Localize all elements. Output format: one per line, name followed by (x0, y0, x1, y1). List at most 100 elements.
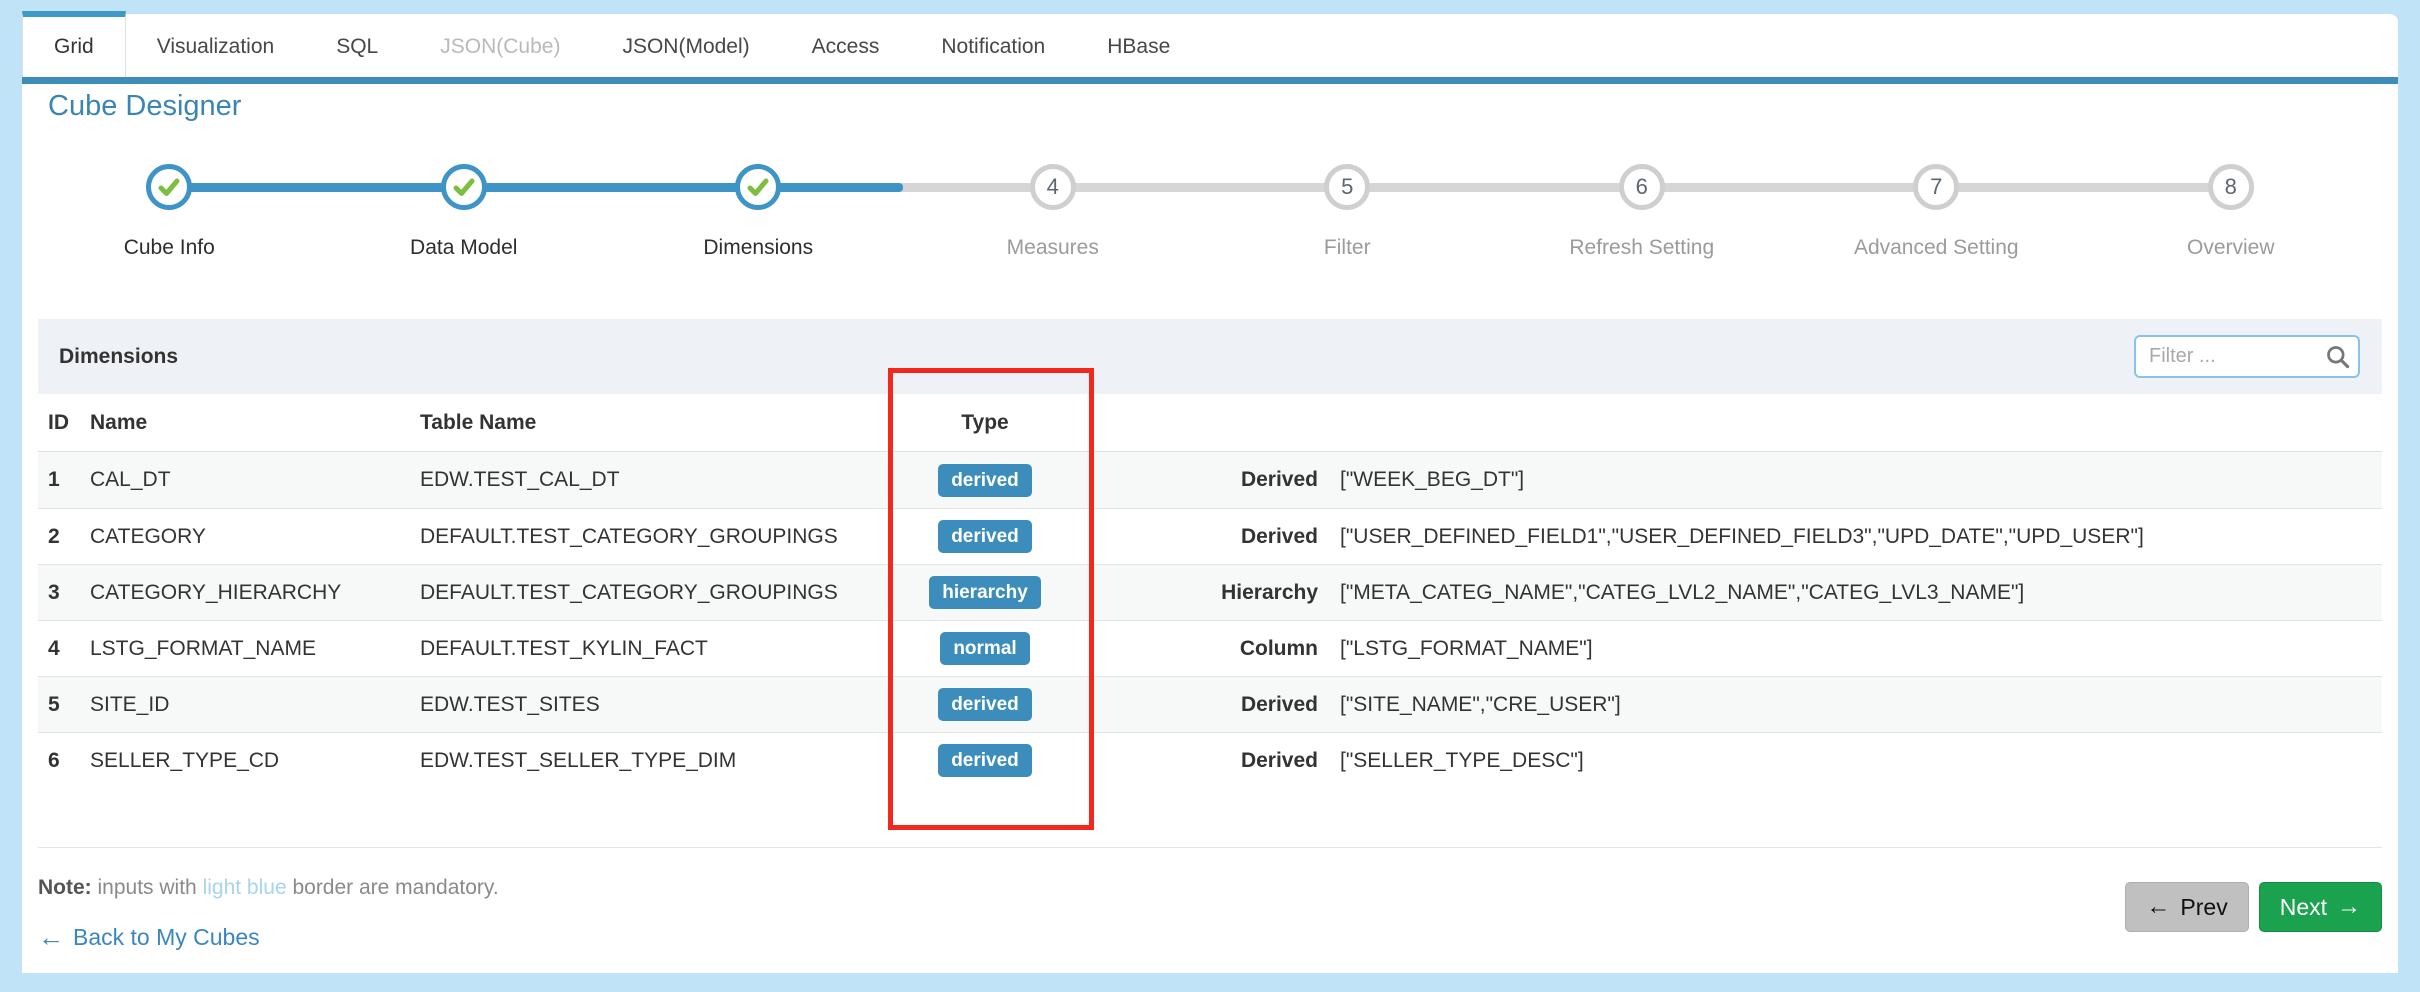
check-icon (157, 175, 181, 199)
tab-json-model[interactable]: JSON(Model) (591, 17, 780, 77)
row-name: SITE_ID (90, 693, 420, 717)
row-table: DEFAULT.TEST_CATEGORY_GROUPINGS (420, 581, 880, 605)
table-row: 1 CAL_DT EDW.TEST_CAL_DT derived Derived… (38, 452, 2382, 508)
row-kind: Derived (1090, 468, 1318, 492)
step-cube-info[interactable]: Cube Info (22, 150, 317, 280)
filter-input-wrap (2134, 335, 2360, 378)
wizard-nav-buttons: ← Prev Next → (2125, 882, 2382, 932)
step-label: Refresh Setting (1569, 236, 1714, 260)
type-badge: derived (938, 744, 1032, 777)
tab-json-cube[interactable]: JSON(Cube) (409, 17, 591, 77)
step-number: 6 (1636, 174, 1648, 200)
arrow-left-icon: ← (2146, 893, 2170, 921)
row-kind: Hierarchy (1090, 581, 1318, 605)
tab-label: JSON(Cube) (440, 35, 560, 59)
tab-grid[interactable]: Grid (22, 11, 126, 77)
row-columns: ["SITE_NAME","CRE_USER"] (1318, 693, 2382, 717)
arrow-right-icon: → (2337, 893, 2361, 921)
tab-bar: Grid Visualization SQL JSON(Cube) JSON(M… (22, 17, 2398, 77)
dimensions-panel: Dimensions ID Name Table Name Type 1 CAL… (38, 319, 2382, 788)
step-circle: 4 (1030, 164, 1076, 210)
type-badge: derived (938, 520, 1032, 553)
row-kind: Derived (1090, 749, 1318, 773)
col-header-name: Name (90, 411, 420, 435)
tab-label: Access (812, 35, 880, 59)
type-badge: derived (938, 688, 1032, 721)
next-button-label: Next (2280, 894, 2327, 921)
row-kind: Derived (1090, 525, 1318, 549)
step-circle (441, 164, 487, 210)
step-circle: 8 (2208, 164, 2254, 210)
footer-divider (38, 847, 2382, 848)
tab-label: JSON(Model) (622, 35, 749, 59)
step-refresh-setting[interactable]: 6 Refresh Setting (1495, 150, 1790, 280)
step-label: Cube Info (124, 236, 215, 260)
wizard-stepper: Cube Info Data Model Dimensions 4 Measur… (22, 150, 2378, 280)
panel-header: Dimensions (38, 319, 2382, 394)
table-row: 4 LSTG_FORMAT_NAME DEFAULT.TEST_KYLIN_FA… (38, 620, 2382, 676)
tab-sql[interactable]: SQL (305, 17, 409, 77)
tab-access[interactable]: Access (781, 17, 911, 77)
step-label: Filter (1324, 236, 1371, 260)
type-badge: normal (940, 632, 1029, 665)
note-label: Note: (38, 876, 92, 899)
row-id: 5 (38, 693, 90, 717)
step-dimensions[interactable]: Dimensions (611, 150, 906, 280)
mandatory-note: Note: inputs with light blue border are … (38, 876, 499, 900)
tab-label: Visualization (157, 35, 275, 59)
next-button[interactable]: Next → (2259, 882, 2382, 932)
type-badge: hierarchy (929, 576, 1041, 609)
note-highlight: light blue (203, 876, 287, 899)
step-advanced-setting[interactable]: 7 Advanced Setting (1789, 150, 2084, 280)
row-table: EDW.TEST_SELLER_TYPE_DIM (420, 749, 880, 773)
row-id: 2 (38, 525, 90, 549)
row-columns: ["SELLER_TYPE_DESC"] (1318, 749, 2382, 773)
tab-notification[interactable]: Notification (910, 17, 1076, 77)
table-row: 2 CATEGORY DEFAULT.TEST_CATEGORY_GROUPIN… (38, 508, 2382, 564)
table-header-row: ID Name Table Name Type (38, 394, 2382, 452)
page-title: Cube Designer (48, 90, 241, 123)
step-filter[interactable]: 5 Filter (1200, 150, 1495, 280)
step-label: Measures (1007, 236, 1099, 260)
row-name: CATEGORY_HIERARCHY (90, 581, 420, 605)
step-circle (146, 164, 192, 210)
row-columns: ["META_CATEG_NAME","CATEG_LVL2_NAME","CA… (1318, 581, 2382, 605)
table-row: 5 SITE_ID EDW.TEST_SITES derived Derived… (38, 676, 2382, 732)
step-label: Overview (2187, 236, 2275, 260)
step-number: 4 (1047, 174, 1059, 200)
tab-label: Grid (54, 35, 94, 59)
col-header-type: Type (880, 411, 1090, 435)
step-data-model[interactable]: Data Model (317, 150, 612, 280)
step-circle: 5 (1324, 164, 1370, 210)
check-icon (746, 175, 770, 199)
tab-hbase[interactable]: HBase (1076, 17, 1201, 77)
row-id: 6 (38, 749, 90, 773)
step-measures[interactable]: 4 Measures (906, 150, 1201, 280)
prev-button-label: Prev (2180, 894, 2227, 921)
table-row: 3 CATEGORY_HIERARCHY DEFAULT.TEST_CATEGO… (38, 564, 2382, 620)
tab-visualization[interactable]: Visualization (126, 17, 306, 77)
step-number: 7 (1930, 174, 1942, 200)
prev-button[interactable]: ← Prev (2125, 882, 2248, 932)
arrow-left-icon: ← (38, 922, 64, 953)
row-kind: Derived (1090, 693, 1318, 717)
row-id: 4 (38, 637, 90, 661)
step-overview[interactable]: 8 Overview (2084, 150, 2379, 280)
back-to-my-cubes-link[interactable]: ← Back to My Cubes (38, 922, 260, 953)
row-columns: ["USER_DEFINED_FIELD1","USER_DEFINED_FIE… (1318, 525, 2382, 549)
row-columns: ["WEEK_BEG_DT"] (1318, 468, 2382, 492)
step-circle: 6 (1619, 164, 1665, 210)
back-link-label: Back to My Cubes (73, 924, 260, 951)
row-id: 1 (38, 468, 90, 492)
check-icon (452, 175, 476, 199)
step-circle (735, 164, 781, 210)
tab-label: HBase (1107, 35, 1170, 59)
step-number: 8 (2225, 174, 2237, 200)
row-columns: ["LSTG_FORMAT_NAME"] (1318, 637, 2382, 661)
row-name: LSTG_FORMAT_NAME (90, 637, 420, 661)
step-label: Data Model (410, 236, 517, 260)
row-kind: Column (1090, 637, 1318, 661)
step-circle: 7 (1913, 164, 1959, 210)
col-header-id: ID (38, 411, 90, 435)
note-text: inputs with (92, 876, 203, 899)
